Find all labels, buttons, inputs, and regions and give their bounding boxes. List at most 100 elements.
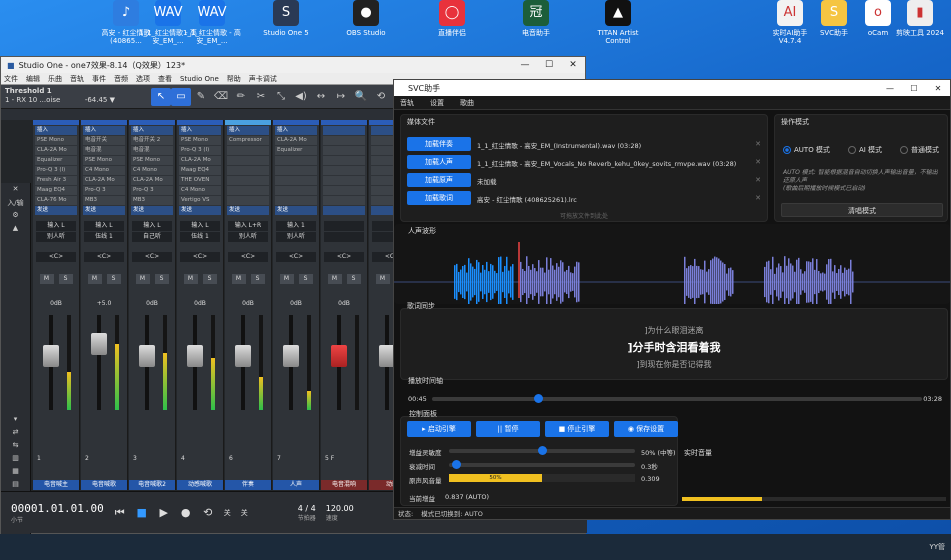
tool-icon[interactable]: ↔ [311, 88, 331, 106]
menu-item[interactable]: 乐曲 [48, 74, 62, 84]
insert-slot[interactable] [227, 186, 269, 195]
pan-control[interactable]: <C> [84, 252, 124, 262]
insert-slot[interactable] [227, 156, 269, 165]
mute-button[interactable]: M [327, 274, 342, 284]
insert-slot[interactable]: CLA-2A Mo [83, 176, 125, 185]
remove-icon[interactable]: ✕ [755, 140, 761, 148]
insert-slot[interactable]: PSE Mono [83, 156, 125, 165]
volume-fader[interactable] [279, 315, 315, 410]
tool-icon[interactable]: ↦ [331, 88, 351, 106]
channel-input[interactable]: 输入 1 [276, 221, 316, 231]
insert-slot[interactable] [323, 166, 365, 175]
insert-slot[interactable]: Pro-Q 3 (I) [179, 146, 221, 155]
insert-slot[interactable]: 插入 [131, 126, 173, 135]
mute-button[interactable]: M [183, 274, 198, 284]
insert-slot[interactable]: Pro-Q 3 [83, 186, 125, 195]
insert-slot[interactable]: Pro-Q 3 (I) [35, 166, 77, 175]
minimize-button[interactable]: — [513, 60, 537, 70]
load-button[interactable]: 加载歌词 [407, 191, 471, 205]
solo-button[interactable]: S [154, 274, 169, 284]
mixer-side-icon[interactable]: ✕ [3, 185, 28, 196]
insert-slot[interactable] [323, 156, 365, 165]
svc-close-button[interactable]: ✕ [926, 84, 950, 93]
load-button[interactable]: 加载人声 [407, 155, 471, 169]
menu-item[interactable]: 文件 [4, 74, 18, 84]
tool-icon[interactable]: ↖ [151, 87, 171, 106]
insert-slot[interactable]: 发送 [275, 206, 317, 215]
insert-slot[interactable]: Fresh Air 3 [35, 176, 77, 185]
mixer-side-icon[interactable]: 入/输 [3, 198, 28, 209]
pan-control[interactable]: <C> [132, 252, 172, 262]
insert-slot[interactable]: PSE Mono [35, 136, 77, 145]
channel-input[interactable]: 输入 L [132, 221, 172, 231]
menu-item[interactable]: Studio One [180, 75, 219, 83]
menu-item[interactable]: 选项 [136, 74, 150, 84]
insert-slot[interactable]: CLA-2A Mo [35, 146, 77, 155]
timeline-knob[interactable] [533, 394, 543, 403]
mode-option[interactable]: AI 模式 [847, 145, 882, 155]
tool-icon[interactable]: ✎ [191, 88, 211, 106]
fader-cap[interactable] [187, 345, 203, 367]
insert-slot[interactable]: 发送 [83, 206, 125, 215]
menu-item[interactable]: 音轨 [70, 74, 84, 84]
studio-one-titlebar[interactable]: ■ Studio One - one7效果-8.14（Q效果）123* — ☐ … [1, 57, 585, 73]
mode-option[interactable]: AUTO 模式 [783, 145, 830, 155]
solo-button[interactable]: S [298, 274, 313, 284]
volume-fader[interactable] [87, 315, 123, 410]
mixer-side-icon[interactable]: ▤ [3, 480, 28, 491]
stop-engine-button[interactable]: ■ 停止引擎 [545, 421, 609, 437]
desktop-icon[interactable]: S Studio One 5 [257, 0, 315, 37]
solo-button[interactable]: S [106, 274, 121, 284]
pan-control[interactable]: <C> [228, 252, 268, 262]
insert-slot[interactable]: C4 Mono [179, 186, 221, 195]
mute-button[interactable]: M [231, 274, 246, 284]
channel-name[interactable]: 电音喊歌2 [129, 480, 175, 490]
channel-input[interactable] [324, 221, 364, 231]
bpm[interactable]: 120.00 速度 [326, 504, 354, 522]
insert-slot[interactable]: Maag EQ4 [35, 186, 77, 195]
insert-slot[interactable]: 电音开关 [83, 136, 125, 145]
menu-settings[interactable]: 设置 [430, 98, 444, 108]
menu-tracks[interactable]: 音轨 [400, 98, 414, 108]
volume-fader[interactable] [39, 315, 75, 410]
load-button[interactable]: 加载原声 [407, 173, 471, 187]
mute-button[interactable]: M [135, 274, 150, 284]
menu-item[interactable]: 编辑 [26, 74, 40, 84]
maximize-button[interactable]: ☐ [537, 60, 561, 70]
mixer-side-icon[interactable]: ▥ [3, 454, 28, 465]
insert-slot[interactable]: 插入 [35, 126, 77, 135]
channel-input[interactable]: 输入 L [180, 221, 220, 231]
insert-slot[interactable] [323, 176, 365, 185]
insert-slot[interactable] [323, 206, 365, 215]
off-label-1[interactable]: 关 [224, 508, 231, 518]
tool-icon[interactable]: ✂ [251, 88, 271, 106]
tool-icon[interactable]: ⌫ [211, 88, 231, 106]
clear-singing-button[interactable]: 清唱模式 [781, 203, 943, 217]
mute-button[interactable]: M [375, 274, 390, 284]
fader-cap[interactable] [43, 345, 59, 367]
desktop-icon[interactable]: WAV 1_1_红尘情歌 - 高安_EM_... [183, 0, 241, 45]
channel-name[interactable]: 电音喊歌 [81, 480, 127, 490]
slider-knob[interactable] [452, 460, 462, 469]
fader-cap[interactable] [139, 345, 155, 367]
channel-output[interactable]: 伍线 1 [84, 232, 124, 242]
solo-button[interactable]: S [58, 274, 73, 284]
svc-minimize-button[interactable]: — [878, 84, 902, 93]
insert-slot[interactable]: 插入 [179, 126, 221, 135]
insert-slot[interactable]: Equalizer [275, 146, 317, 155]
channel-name[interactable]: 电音混响 [321, 480, 367, 490]
channel-output[interactable] [324, 232, 364, 242]
insert-slot[interactable] [323, 186, 365, 195]
insert-slot[interactable]: CLA-2A Mo [179, 156, 221, 165]
close-button[interactable]: ✕ [561, 60, 585, 70]
insert-slot[interactable]: 插入 [83, 126, 125, 135]
pan-control[interactable]: <C> [36, 252, 76, 262]
off-label-2[interactable]: 关 [241, 508, 248, 518]
pan-control[interactable]: <C> [324, 252, 364, 262]
channel-name[interactable]: 人声 [273, 480, 319, 490]
insert-slot[interactable]: 发送 [35, 206, 77, 215]
insert-slot[interactable] [275, 166, 317, 175]
insert-slot[interactable]: Equalizer [35, 156, 77, 165]
insert-slot[interactable]: C4 Mono [131, 166, 173, 175]
insert-slot[interactable] [275, 176, 317, 185]
